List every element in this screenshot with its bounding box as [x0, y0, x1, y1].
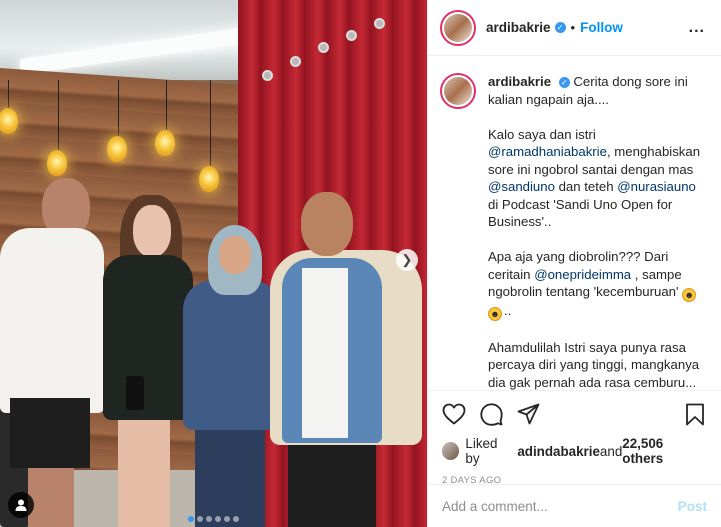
verified-badge-icon: ✓	[558, 77, 570, 88]
post-header: ardibakrie ✓ • Follow ...	[428, 0, 721, 56]
mention-link[interactable]: @oneprideimma	[534, 267, 631, 282]
caption-text-segment: ..	[504, 303, 512, 318]
verified-badge-icon: ✓	[554, 22, 566, 33]
carousel-dot	[206, 516, 212, 522]
mention-link[interactable]: @nurasiauno	[617, 179, 696, 194]
more-options-icon[interactable]: ...	[689, 19, 705, 37]
person-3-jacket	[183, 280, 281, 430]
person-2-dress	[103, 255, 193, 420]
person-2-bag	[126, 376, 144, 410]
likes-prefix: Liked by	[465, 436, 498, 466]
bookmark-icon[interactable]	[685, 403, 705, 426]
caption-avatar[interactable]	[440, 73, 476, 109]
person-4-tshirt	[302, 268, 348, 438]
caption-text: ardibakrie ✓ Cerita dong sore ini kalian…	[488, 73, 705, 390]
light-bulb	[107, 136, 127, 162]
mention-link[interactable]: @ramadhaniabakrie	[488, 144, 607, 159]
caption-area[interactable]: ardibakrie ✓ Cerita dong sore ini kalian…	[428, 57, 721, 390]
liker-avatar[interactable]	[442, 442, 460, 460]
add-comment-bar: Post	[428, 484, 721, 527]
post-photo[interactable]: ❯	[0, 0, 427, 527]
light-bulb	[155, 130, 175, 156]
rolling-laughing-emoji-icon: ☻	[488, 307, 502, 321]
caption-text-segment: dan teteh	[554, 179, 618, 194]
comment-icon[interactable]	[480, 402, 503, 426]
bulb-wire	[210, 80, 211, 166]
post-comment-button[interactable]: Post	[678, 499, 707, 514]
person-4-head	[301, 192, 353, 256]
carousel-indicator	[0, 510, 427, 525]
light-bulb	[0, 108, 18, 134]
bulb-wire	[118, 80, 119, 136]
likes-summary: Liked by adindabakrie and 22,506 others	[442, 436, 705, 466]
carousel-dot	[215, 516, 221, 522]
caption-text-segment: Ahamdulilah Istri saya punya rasa percay…	[488, 339, 700, 390]
likes-others[interactable]: 22,506 others	[622, 436, 705, 466]
action-icons	[442, 399, 705, 429]
separator-dot: •	[570, 20, 576, 35]
carousel-dot	[197, 516, 203, 522]
person-1-shirt	[0, 228, 104, 413]
follow-button[interactable]: Follow	[580, 20, 623, 35]
caption-text-segment: di Podcast 'Sandi Uno Open for Business'…	[488, 196, 673, 230]
header-username[interactable]: ardibakrie	[486, 20, 551, 35]
bulb-wire	[8, 80, 9, 110]
curtain-ring	[290, 56, 301, 67]
light-bulb	[199, 166, 219, 192]
carousel-dot	[188, 516, 194, 522]
mention-link[interactable]: @sandiuno	[488, 179, 555, 194]
curtain-ring	[374, 18, 385, 29]
bulb-wire	[166, 80, 167, 130]
curtain-ring	[318, 42, 329, 53]
avatar[interactable]	[440, 9, 476, 46]
user-tag-glyph	[15, 499, 27, 511]
carousel-dot	[233, 516, 239, 522]
person-1-shorts	[10, 398, 90, 468]
rolling-laughing-emoji-icon: ☻	[682, 288, 697, 302]
caption-text-segment: Kalo saya dan istri	[488, 126, 596, 142]
bulb-wire	[58, 80, 59, 150]
curtain-ring	[262, 70, 273, 81]
caption-username[interactable]: ardibakrie	[488, 74, 551, 89]
heart-icon[interactable]	[442, 403, 466, 425]
curtain-ring	[346, 30, 357, 41]
light-bulb	[47, 150, 67, 176]
share-icon[interactable]	[517, 403, 540, 425]
person-3-face	[219, 236, 251, 274]
chevron-right-icon[interactable]: ❯	[396, 249, 418, 271]
comment-input[interactable]	[442, 498, 678, 514]
person-2-face	[133, 205, 171, 257]
user-tag-icon[interactable]	[8, 492, 34, 518]
liker-username[interactable]: adindabakrie	[517, 444, 600, 459]
post-side-panel: ardibakrie ✓ • Follow ... ardibakrie ✓ C…	[427, 0, 721, 527]
caption-row: ardibakrie ✓ Cerita dong sore ini kalian…	[440, 73, 705, 390]
post-actions: Liked by adindabakrie and 22,506 others …	[428, 390, 721, 486]
carousel-dot	[224, 516, 230, 522]
likes-middle: and	[599, 443, 623, 459]
